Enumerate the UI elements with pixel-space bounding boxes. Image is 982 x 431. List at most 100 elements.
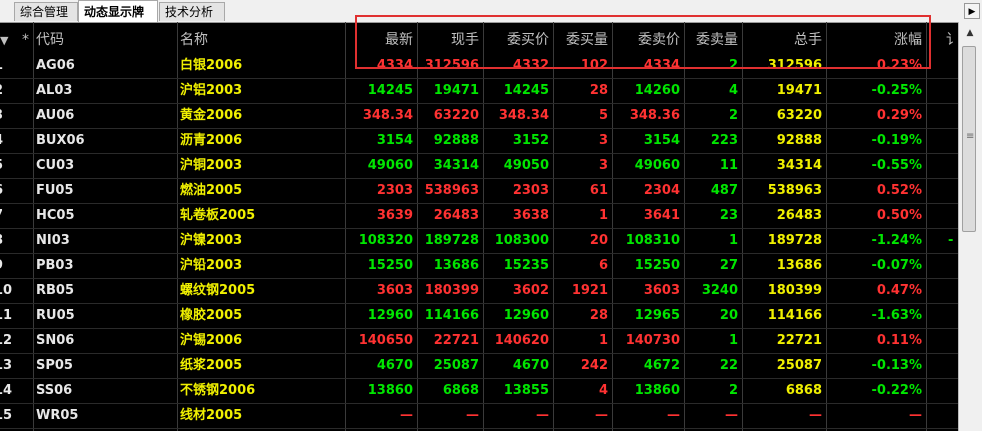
cell-ask: 14260 xyxy=(634,83,680,98)
tab-technical-analysis[interactable]: 技术分析 xyxy=(159,2,225,21)
cell-vol: 180399 xyxy=(424,283,479,298)
cell-total: 26483 xyxy=(776,208,822,223)
cell-vol: 6868 xyxy=(442,383,479,398)
cell-askv: 1 xyxy=(728,333,738,348)
cell-code: FU05 xyxy=(36,183,74,198)
row-number: 5 xyxy=(0,153,24,178)
header-ask[interactable]: 委卖价 xyxy=(612,28,684,53)
header-bid[interactable]: 委买价 xyxy=(483,28,553,53)
cell-askv: 27 xyxy=(719,258,738,273)
cell-total: 114166 xyxy=(767,308,822,323)
table-row[interactable]: 10 RB05 螺纹钢2005 3603 180399 3602 1921 3603 3240 1… xyxy=(0,278,958,303)
cell-name: 沪铜2003 xyxy=(180,158,243,173)
cell-bid: 14245 xyxy=(503,83,549,98)
cell-last: 108320 xyxy=(358,233,413,248)
cell-askv: 11 xyxy=(719,158,738,173)
table-row[interactable]: 5 CU03 沪铜2003 49060 34314 49050 3 49060 11 34314 -… xyxy=(0,153,958,178)
table-row[interactable]: 14 SS06 不锈钢2006 13860 6868 13855 4 13860 2 6868 -0… xyxy=(0,378,958,403)
table-row[interactable]: 1 AG06 白银2006 4334 312596 4332 102 4334 2 312596 0… xyxy=(0,53,958,78)
table-row[interactable]: 8 NI03 沪镍2003 108320 189728 108300 20 108310 1 18… xyxy=(0,228,958,253)
tab-dynamic-board[interactable]: 动态显示牌 xyxy=(78,0,158,22)
header-ask-volume[interactable]: 委卖量 xyxy=(684,28,742,53)
cell-name: 黄金2006 xyxy=(180,108,243,123)
cell-last: 2303 xyxy=(376,183,413,198)
cell-chg: -0.55% xyxy=(871,158,923,173)
scrollbar-thumb[interactable]: ≡ xyxy=(962,46,976,232)
table-row[interactable]: 15 WR05 线材2005 — — — — — — — — xyxy=(0,403,958,428)
tab-overview[interactable]: 综合管理 xyxy=(14,2,78,21)
cell-bid: 348.34 xyxy=(498,108,549,123)
cell-chg: 0.52% xyxy=(876,183,922,198)
header-bid-volume[interactable]: 委买量 xyxy=(553,28,612,53)
table-row[interactable]: 7 HC05 轧卷板2005 3639 26483 3638 1 3641 23 26483 0.5… xyxy=(0,203,958,228)
cell-chg: -1.63% xyxy=(871,308,923,323)
cell-bid: 3638 xyxy=(512,208,549,223)
cell-chg: 0.47% xyxy=(876,283,922,298)
row-number: 12 xyxy=(0,333,13,348)
cell-bid: 12960 xyxy=(503,308,549,323)
cell-name: 白银2006 xyxy=(180,58,243,73)
header-change[interactable]: 涨幅 xyxy=(826,28,926,53)
scroll-up-icon[interactable]: ▲ xyxy=(962,26,978,40)
table-row[interactable]: 2 AL03 沪铝2003 14245 19471 14245 28 14260 4 19471 -… xyxy=(0,78,958,103)
cell-bidv: 1 xyxy=(598,208,608,223)
table-row[interactable]: 4 BUX06 沥青2006 3154 92888 3152 3 3154 223 92888 -0… xyxy=(0,128,958,153)
row-number: 7 xyxy=(0,203,24,228)
cell-askv: 2 xyxy=(728,108,738,123)
header-code[interactable]: 代码 xyxy=(36,28,176,53)
header-partial[interactable]: 讠 xyxy=(946,28,958,53)
cell-askv: 4 xyxy=(728,83,738,98)
cell-last: 4670 xyxy=(376,358,413,373)
cell-last: 14245 xyxy=(367,83,413,98)
cell-chg: -1.24% xyxy=(871,233,923,248)
scroll-right-icon[interactable]: ▶ xyxy=(964,3,980,19)
cell-last: 15250 xyxy=(367,258,413,273)
cell-askv: 23 xyxy=(719,208,738,223)
cell-chg: 0.11% xyxy=(876,333,922,348)
cell-bid: 140620 xyxy=(494,333,549,348)
cell-name: 不锈钢2006 xyxy=(180,383,256,398)
cell-total: 63220 xyxy=(776,108,822,123)
cell-ask: 13860 xyxy=(634,383,680,398)
cell-ask: 4334 xyxy=(643,58,680,73)
row-number: 14 xyxy=(0,383,13,398)
cell-ask: 4672 xyxy=(643,358,680,373)
cell-code: AG06 xyxy=(36,58,75,73)
header-total[interactable]: 总手 xyxy=(742,28,826,53)
table-row[interactable]: 9 PB03 沪铅2003 15250 13686 15235 6 15250 27 13686 -… xyxy=(0,253,958,278)
cell-bid: — xyxy=(536,408,549,423)
cell-ask: 49060 xyxy=(634,158,680,173)
cell-last: 3603 xyxy=(376,283,413,298)
header-last[interactable]: 最新 xyxy=(345,28,417,53)
cell-last: 13860 xyxy=(367,383,413,398)
table-row[interactable]: 12 SN06 沪锡2006 140650 22721 140620 1 140730 1 227… xyxy=(0,328,958,353)
cell-vol: 114166 xyxy=(424,308,479,323)
cell-bid: 3602 xyxy=(512,283,549,298)
cell-last: 12960 xyxy=(367,308,413,323)
cell-ask: 2304 xyxy=(643,183,680,198)
header-volume[interactable]: 现手 xyxy=(417,28,483,53)
vertical-scrollbar[interactable]: ▲ ≡ xyxy=(958,22,982,431)
cell-total: 22721 xyxy=(776,333,822,348)
cell-last: — xyxy=(400,408,413,423)
cell-bidv: 102 xyxy=(580,58,608,73)
cell-vol: 538963 xyxy=(424,183,479,198)
cell-ask: 3641 xyxy=(643,208,680,223)
cell-code: CU03 xyxy=(36,158,75,173)
cell-total: 180399 xyxy=(767,283,822,298)
row-number: 9 xyxy=(0,253,24,278)
cell-code: WR05 xyxy=(36,408,79,423)
cell-askv: 1 xyxy=(728,233,738,248)
cell-bid: 15235 xyxy=(503,258,549,273)
row-number: 6 xyxy=(0,178,24,203)
table-row[interactable]: 11 RU05 橡胶2005 12960 114166 12960 28 12965 20 114… xyxy=(0,303,958,328)
cell-total: 189728 xyxy=(767,233,822,248)
cell-code: NI03 xyxy=(36,233,70,248)
header-name[interactable]: 名称 xyxy=(180,28,345,53)
sort-icon[interactable]: ▼ xyxy=(0,28,20,53)
table-row[interactable]: 6 FU05 燃油2005 2303 538963 2303 61 2304 487 538963… xyxy=(0,178,958,203)
table-row[interactable]: 3 AU06 黄金2006 348.34 63220 348.34 5 348.36 2 6322… xyxy=(0,103,958,128)
table-row[interactable]: 13 SP05 纸浆2005 4670 25087 4670 242 4672 22 25087 -… xyxy=(0,353,958,378)
cell-chg: 0.23% xyxy=(876,58,922,73)
row-number: 15 xyxy=(0,408,13,423)
